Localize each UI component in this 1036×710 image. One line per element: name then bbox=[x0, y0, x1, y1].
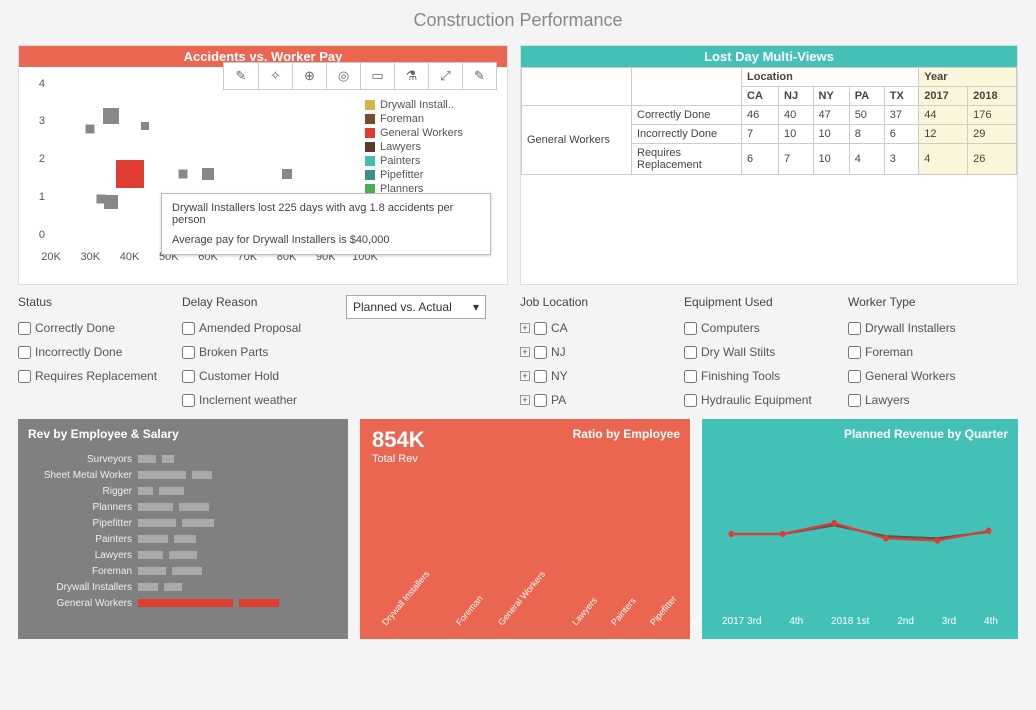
jobloc-header: Job Location bbox=[520, 295, 670, 309]
scatter-point[interactable] bbox=[86, 125, 95, 134]
scatter-tooltip: Drywall Installers lost 225 days with av… bbox=[161, 193, 491, 255]
ratio-chart[interactable]: Drywall Installers Foreman General Worke… bbox=[372, 489, 678, 629]
edit-icon[interactable]: ✎ bbox=[462, 63, 496, 89]
jobloc-item[interactable]: +NY bbox=[520, 369, 670, 383]
multiview-title: Lost Day Multi-Views bbox=[521, 46, 1017, 67]
jobloc-item[interactable]: +NJ bbox=[520, 345, 670, 359]
jobloc-item[interactable]: +PA bbox=[520, 393, 670, 407]
status-header: Status bbox=[18, 295, 168, 309]
multiview-panel: Lost Day Multi-Views Location Year CANJN… bbox=[520, 45, 1018, 285]
rev-salary-chart[interactable]: Surveyors Sheet Metal Worker Rigger Plan… bbox=[26, 451, 340, 611]
planned-rev-chart[interactable] bbox=[722, 469, 998, 599]
table-row[interactable]: General Workers Correctly Done 464047503… bbox=[522, 106, 1017, 125]
equip-checkbox[interactable]: Hydraulic Equipment bbox=[684, 393, 834, 407]
rev-salary-title: Rev by Employee & Salary bbox=[28, 427, 179, 441]
scatter-point-general-workers[interactable] bbox=[116, 160, 144, 188]
delay-checkbox[interactable]: Broken Parts bbox=[182, 345, 332, 359]
worker-header: Worker Type bbox=[848, 295, 998, 309]
metric-dropdown[interactable]: Planned vs. Actual▾ bbox=[346, 295, 486, 319]
scatter-panel: Accidents vs. Worker Pay ✎ ✧ ⊕ ◎ ▭ ⚗ ⤢ ✎… bbox=[18, 45, 508, 285]
scatter-point[interactable] bbox=[103, 108, 119, 124]
equip-checkbox[interactable]: Finishing Tools bbox=[684, 369, 834, 383]
scatter-point[interactable] bbox=[104, 195, 118, 209]
planned-rev-title: Planned Revenue by Quarter bbox=[844, 427, 1008, 441]
worker-checkbox[interactable]: Drywall Installers bbox=[848, 321, 998, 335]
scatter-plot[interactable]: 0 1 2 3 4 bbox=[25, 75, 365, 267]
expand-icon[interactable]: ⤢ bbox=[428, 63, 462, 89]
status-checkbox[interactable]: Correctly Done bbox=[18, 321, 168, 335]
equip-checkbox[interactable]: Computers bbox=[684, 321, 834, 335]
chevron-down-icon: ▾ bbox=[473, 300, 479, 314]
ratio-title: Ratio by Employee bbox=[573, 427, 680, 441]
flask-icon[interactable]: ⚗ bbox=[394, 63, 428, 89]
page-title: Construction Performance bbox=[0, 0, 1036, 45]
delay-checkbox[interactable]: Amended Proposal bbox=[182, 321, 332, 335]
rev-salary-tile: Rev by Employee & Salary Surveyors Sheet… bbox=[18, 419, 348, 639]
planned-rev-xaxis: 2017 3rd4th2018 1st 2nd3rd4th bbox=[722, 616, 998, 627]
ratio-tile: 854K Total Rev Ratio by Employee Drywall… bbox=[360, 419, 690, 639]
scatter-point[interactable] bbox=[202, 168, 214, 180]
scatter-point[interactable] bbox=[282, 169, 292, 179]
scatter-y-axis: 0 1 2 3 4 bbox=[25, 75, 49, 247]
jobloc-item[interactable]: +CA bbox=[520, 321, 670, 335]
worker-checkbox[interactable]: Lawyers bbox=[848, 393, 998, 407]
worker-checkbox[interactable]: General Workers bbox=[848, 369, 998, 383]
select-icon[interactable]: ▭ bbox=[360, 63, 394, 89]
worker-checkbox[interactable]: Foreman bbox=[848, 345, 998, 359]
planned-rev-tile: Planned Revenue by Quarter 2017 3rd4th20… bbox=[702, 419, 1018, 639]
delay-checkbox[interactable]: Inclement weather bbox=[182, 393, 332, 407]
scatter-point[interactable] bbox=[178, 169, 187, 178]
status-checkbox[interactable]: Requires Replacement bbox=[18, 369, 168, 383]
kpi-block: 854K Total Rev bbox=[372, 427, 425, 465]
status-checkbox[interactable]: Incorrectly Done bbox=[18, 345, 168, 359]
filter-bar: Status Correctly Done Incorrectly Done R… bbox=[0, 285, 1036, 413]
equip-header: Equipment Used bbox=[684, 295, 834, 309]
delay-checkbox[interactable]: Customer Hold bbox=[182, 369, 332, 383]
multiview-table: Location Year CANJNYPATX 20172018 Genera… bbox=[521, 67, 1017, 175]
delay-header: Delay Reason bbox=[182, 295, 332, 309]
equip-checkbox[interactable]: Dry Wall Stilts bbox=[684, 345, 834, 359]
scatter-point[interactable] bbox=[141, 122, 149, 130]
